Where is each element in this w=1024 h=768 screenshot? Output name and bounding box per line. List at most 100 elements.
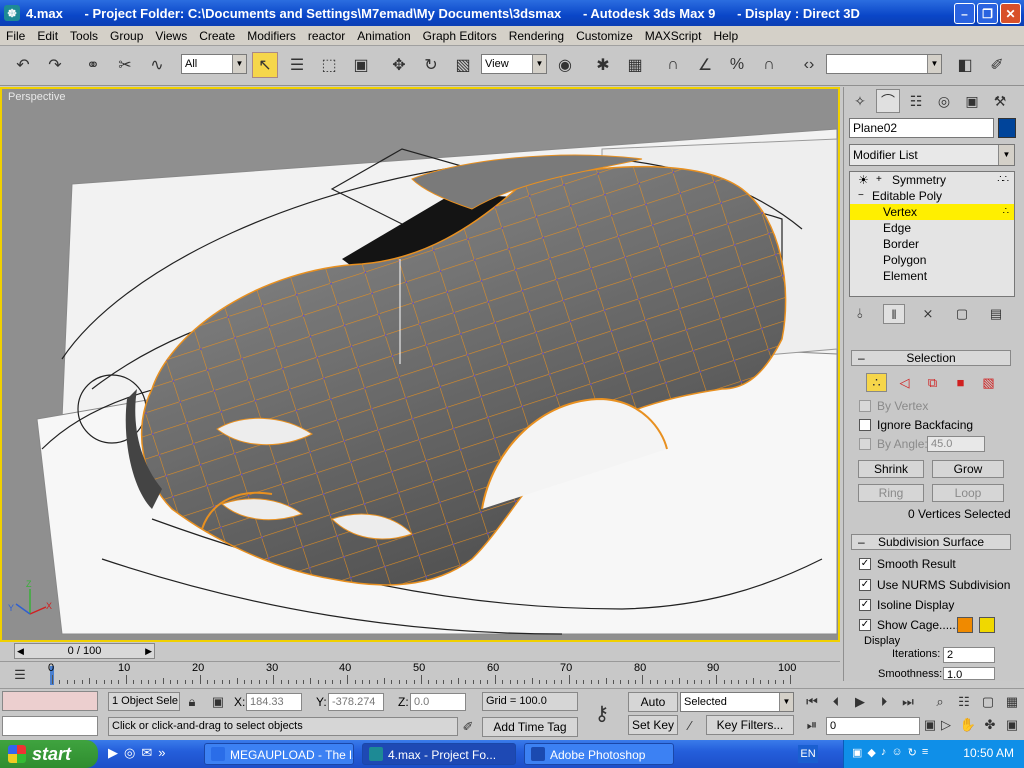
selection-filter-dropdown[interactable]: All ▼ — [181, 54, 247, 74]
stack-item-polygon[interactable]: Polygon — [850, 252, 1014, 268]
modifier-list-dropdown[interactable]: Modifier List ▼ — [849, 144, 1015, 166]
zoom-all-icon[interactable]: ☷ — [954, 692, 974, 712]
display-tab-icon[interactable]: ▣ — [960, 89, 984, 113]
update-icon[interactable]: ↻ — [908, 746, 917, 759]
zoom-extents-all-icon[interactable]: ▦ — [1002, 692, 1022, 712]
motion-tab-icon[interactable]: ◎ — [932, 89, 956, 113]
ring-button[interactable]: Ring — [858, 484, 924, 502]
create-tab-icon[interactable]: ✧ — [848, 89, 872, 113]
modify-tab-icon[interactable]: ⌒ — [876, 89, 900, 113]
add-time-tag-icon[interactable]: ✐ — [458, 717, 478, 737]
stack-item-vertex[interactable]: Vertex ∴ — [850, 204, 1014, 220]
menu-create[interactable]: Create — [193, 29, 241, 43]
menu-modifiers[interactable]: Modifiers — [241, 29, 302, 43]
set-key-button[interactable]: Set Key — [628, 715, 678, 735]
rectangular-selection-icon[interactable]: ⬚ — [316, 52, 342, 78]
stack-item-border[interactable]: Border — [850, 236, 1014, 252]
show-cage-checkbox[interactable]: ✓ Show Cage...... — [859, 617, 959, 633]
menu-group[interactable]: Group — [104, 29, 149, 43]
add-time-tag-button[interactable]: Add Time Tag — [482, 717, 578, 737]
select-by-name-icon[interactable]: ☰ — [284, 52, 310, 78]
move-icon[interactable]: ✥ — [386, 52, 412, 78]
edit-named-selection-icon[interactable]: ‹› — [796, 52, 822, 78]
select-manipulate-icon[interactable]: ✱ — [590, 52, 616, 78]
go-to-start-icon[interactable]: ⏮ — [802, 692, 822, 712]
snap-toggle-icon[interactable]: ∩ — [660, 52, 686, 78]
rotate-icon[interactable]: ↻ — [418, 52, 444, 78]
menu-tools[interactable]: Tools — [64, 29, 104, 43]
element-icon[interactable]: ▧ — [978, 373, 999, 392]
zoom-extents-icon[interactable]: ▢ — [978, 692, 998, 712]
task-3dsmax[interactable]: 4.max - Project Fo... — [362, 743, 516, 765]
maxscript-listener-pink[interactable] — [2, 691, 98, 711]
remove-modifier-icon[interactable]: ▢ — [951, 304, 973, 324]
pan-icon[interactable]: ✋ — [958, 715, 978, 735]
key-tangent-icon[interactable]: ∕ — [680, 715, 700, 735]
viewport-label[interactable]: Perspective — [8, 91, 65, 103]
auto-key-button[interactable]: Auto Key — [628, 692, 678, 727]
zoom-icon[interactable]: ⌕ — [930, 692, 950, 712]
keyboard-shortcut-icon[interactable]: ▦ — [622, 52, 648, 78]
next-frame-arrow-icon[interactable]: ▶ — [145, 644, 152, 658]
current-frame-field[interactable]: 0 — [826, 717, 920, 735]
iterations-spinner[interactable]: 2 — [943, 647, 995, 663]
grow-button[interactable]: Grow — [932, 460, 1004, 478]
select-object-icon[interactable]: ↖ — [252, 52, 278, 78]
by-angle-checkbox[interactable]: By Angle: — [859, 436, 928, 452]
stack-item-element[interactable]: Element — [850, 268, 1014, 284]
unlink-icon[interactable]: ✂ — [112, 52, 138, 78]
ignore-backfacing-checkbox[interactable]: Ignore Backfacing — [859, 417, 973, 433]
edge-icon[interactable]: ◁ — [894, 373, 915, 392]
menu-animation[interactable]: Animation — [351, 29, 416, 43]
play-icon[interactable]: ▶ — [850, 692, 870, 712]
absolute-mode-icon[interactable]: ▣ — [208, 692, 228, 712]
named-selection-dropdown[interactable]: ▼ — [826, 54, 942, 74]
bind-space-warp-icon[interactable]: ∿ — [144, 52, 170, 78]
expand-plus-icon[interactable]: + — [876, 172, 882, 188]
minimize-button[interactable]: – — [954, 3, 975, 24]
angle-spinner[interactable]: 45.0 — [927, 436, 985, 452]
close-button[interactable]: ✕ — [1000, 3, 1021, 24]
shield-icon[interactable]: ◆ — [867, 746, 875, 759]
polygon-icon[interactable]: ■ — [950, 373, 971, 392]
media-player-icon[interactable]: ▶ — [108, 745, 118, 761]
cage-color-swatch-2[interactable] — [979, 617, 995, 633]
window-crossing-icon[interactable]: ▣ — [348, 52, 374, 78]
link-icon[interactable]: ⚭ — [80, 52, 106, 78]
browser-icon[interactable]: ◎ — [124, 745, 135, 761]
perspective-viewport[interactable]: Perspective Z X Y — [0, 87, 840, 642]
go-to-end-icon[interactable]: ⏭ — [898, 692, 918, 712]
make-unique-icon[interactable]: ⨯ — [917, 304, 939, 324]
light-bulb-icon[interactable]: ☀ — [858, 172, 869, 188]
undo-icon[interactable]: ↶ — [10, 52, 36, 78]
menu-edit[interactable]: Edit — [31, 29, 64, 43]
key-mode-dropdown[interactable]: Selected ▼ — [680, 692, 794, 712]
restore-button[interactable]: ❐ — [977, 3, 998, 24]
time-slider-thumb[interactable]: ◀ 0 / 100 ▶ — [14, 643, 155, 659]
lock-icon[interactable]: 🔒︎ — [182, 692, 202, 712]
menu-help[interactable]: Help — [707, 29, 744, 43]
menu-customize[interactable]: Customize — [570, 29, 639, 43]
speaker-icon[interactable]: ≡ — [922, 746, 928, 759]
isoline-display-checkbox[interactable]: ✓ Isoline Display — [859, 597, 954, 613]
pivot-center-icon[interactable]: ◉ — [552, 52, 578, 78]
x-coordinate-field[interactable]: 184.33 — [246, 693, 302, 711]
cage-color-swatch-1[interactable] — [957, 617, 973, 633]
field-of-view-icon[interactable]: ▷ — [936, 715, 956, 735]
messenger-icon[interactable]: ☺ — [891, 746, 902, 759]
stack-item-symmetry[interactable]: ☀ + Symmetry ∴∴ — [850, 172, 1014, 188]
mirror-icon[interactable]: ◧ — [952, 52, 978, 78]
use-nurms-checkbox[interactable]: ✓ Use NURMS Subdivision — [859, 577, 1010, 593]
pin-stack-icon[interactable]: ⫰ — [849, 304, 871, 324]
prev-frame-arrow-icon[interactable]: ◀ — [17, 644, 24, 658]
angle-snap-icon[interactable]: ∠ — [692, 52, 718, 78]
vertex-icon[interactable]: ∴ — [866, 373, 887, 392]
subdivision-rollout-header[interactable]: – Subdivision Surface — [851, 534, 1011, 550]
network-icon[interactable]: ▣ — [852, 746, 862, 759]
task-megaupload[interactable]: MEGAUPLOAD - The l... — [204, 743, 354, 765]
maximize-viewport-icon[interactable]: ▣ — [1002, 715, 1022, 735]
track-bar[interactable]: ☰ 0 10 20 30 40 50 60 70 80 90 100 — [0, 661, 840, 688]
menu-maxscript[interactable]: MAXScript — [639, 29, 708, 43]
show-end-result-icon[interactable]: ‖ — [883, 304, 905, 324]
task-photoshop[interactable]: Adobe Photoshop — [524, 743, 674, 765]
